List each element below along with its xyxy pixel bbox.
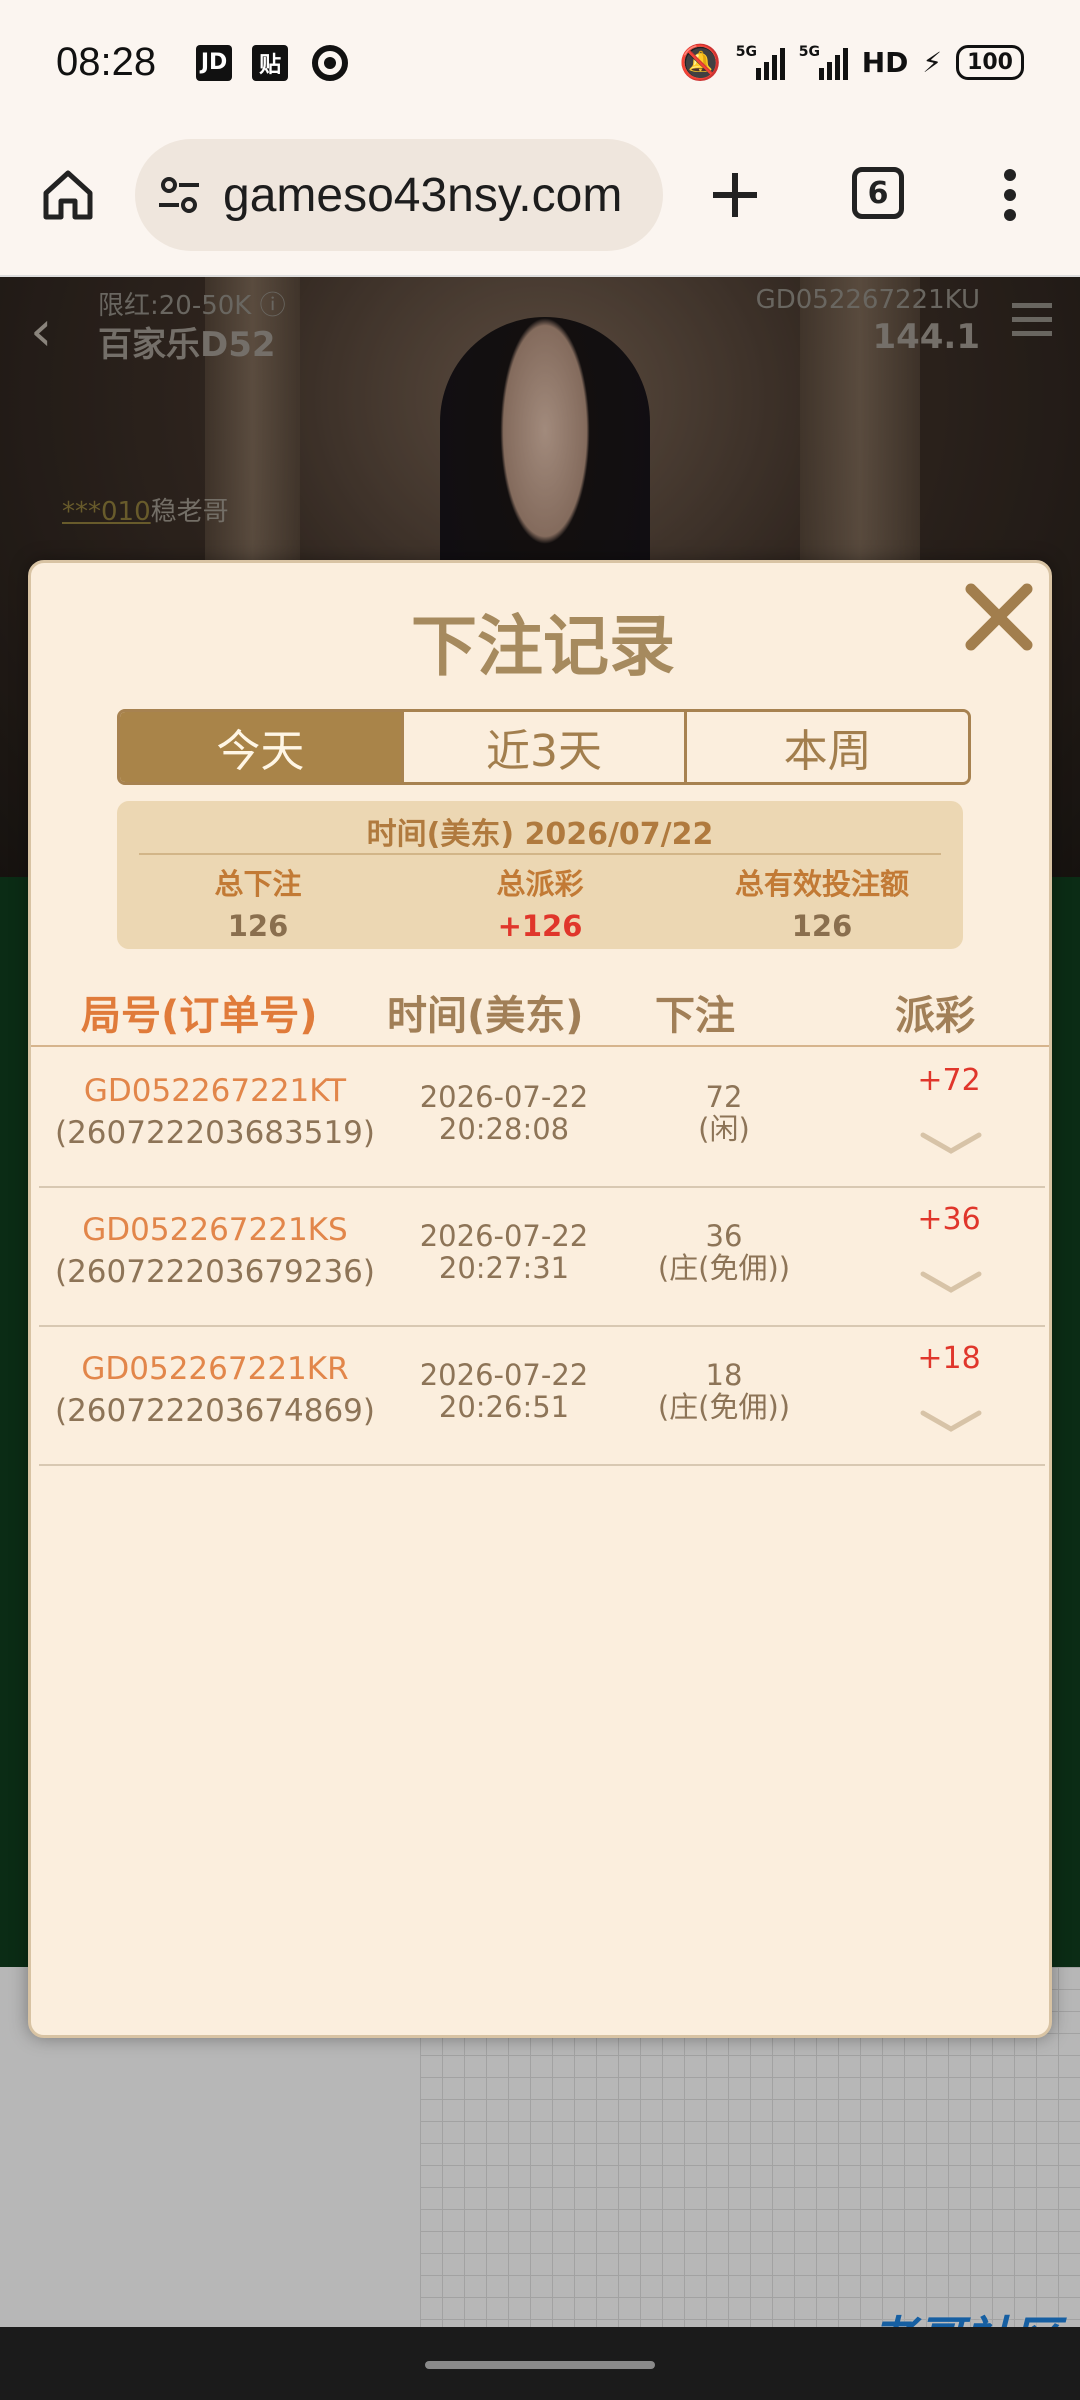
order-number: (260722203683519): [54, 1115, 376, 1151]
new-tab-icon[interactable]: [705, 165, 765, 225]
status-indicators: 🔕 5G 5G HD ⚡ 100: [679, 43, 1024, 83]
table-row[interactable]: GD052267221KT (260722203683519) 2026-07-…: [39, 1049, 1045, 1188]
round-id[interactable]: GD052267221KS: [39, 1212, 391, 1248]
signal-5g-icon-2: 5G: [799, 44, 848, 80]
chevron-down-icon[interactable]: [919, 1407, 983, 1435]
bet-time: 2026-07-22 20:28:08: [419, 1080, 589, 1146]
browser-toolbar: gameso43nsy.com 6: [0, 125, 1080, 277]
close-icon[interactable]: [961, 579, 1037, 655]
tab-today[interactable]: 今天: [120, 712, 404, 782]
mute-bell-icon: 🔕: [679, 42, 722, 83]
bet-detail: 18 (庄(免佣)): [657, 1358, 791, 1424]
charging-icon: ⚡: [922, 46, 943, 79]
chrome-icon: [312, 44, 349, 81]
url-text: gameso43nsy.com: [223, 168, 623, 222]
summary-panel: 时间(美东) 2026/07/22 总下注 126 总派彩 +126 总有效投注…: [117, 801, 963, 949]
table-row[interactable]: GD052267221KR (260722203674869) 2026-07-…: [39, 1327, 1045, 1466]
total-valid-bet: 总有效投注额 126: [734, 867, 909, 943]
site-settings-icon[interactable]: [155, 171, 203, 219]
chevron-down-icon[interactable]: [919, 1129, 983, 1157]
total-bet: 总下注 126: [214, 867, 302, 943]
home-icon[interactable]: [40, 167, 96, 223]
round-id[interactable]: GD052267221KT: [39, 1073, 391, 1109]
address-bar[interactable]: gameso43nsy.com: [135, 139, 663, 251]
jd-app-icon: JD: [196, 44, 233, 81]
bet-time: 2026-07-22 20:26:51: [419, 1358, 589, 1424]
tieba-app-icon: 贴: [252, 44, 289, 81]
payout: +36: [917, 1202, 981, 1237]
clock: 08:28: [56, 40, 157, 84]
signal-5g-icon: 5G: [736, 44, 785, 80]
modal-title: 下注记录: [411, 608, 675, 685]
tab-last-3-days[interactable]: 近3天: [403, 712, 688, 782]
total-payout: 总派彩 +126: [496, 867, 584, 943]
col-payout: 派彩: [895, 993, 975, 1039]
order-number: (260722203679236): [54, 1254, 376, 1290]
col-time: 时间(美东): [387, 993, 584, 1039]
tab-this-week[interactable]: 本周: [687, 712, 968, 782]
chevron-down-icon[interactable]: [919, 1268, 983, 1296]
round-id[interactable]: GD052267221KR: [39, 1351, 391, 1387]
hd-label: HD: [861, 46, 909, 79]
bet-time: 2026-07-22 20:27:31: [419, 1219, 589, 1285]
payout: +18: [917, 1341, 981, 1376]
order-number: (260722203674869): [54, 1393, 376, 1429]
overflow-menu-icon[interactable]: [995, 163, 1025, 227]
payout: +72: [917, 1063, 981, 1098]
summary-date: 时间(美东) 2026/07/22: [366, 817, 714, 852]
bet-detail: 36 (庄(免佣)): [657, 1219, 791, 1285]
bet-detail: 72 (闲): [698, 1080, 750, 1146]
table-header: 局号(订单号) 时间(美东) 下注 派彩: [31, 983, 1049, 1047]
table-row[interactable]: GD052267221KS (260722203679236) 2026-07-…: [39, 1188, 1045, 1327]
bet-history-modal: 下注记录 今天 近3天 本周 时间(美东) 2026/07/22 总下注 126…: [28, 560, 1052, 2038]
gesture-nav-bar: [0, 2327, 1080, 2400]
home-gesture-pill[interactable]: [425, 2361, 655, 2369]
status-bar: 08:28 JD 贴 🔕 5G 5G HD ⚡ 100: [0, 0, 1080, 125]
date-range-tabs: 今天 近3天 本周: [117, 709, 971, 785]
col-round: 局号(订单号): [81, 993, 318, 1039]
tab-switcher-button[interactable]: 6: [852, 167, 904, 219]
battery-icon: 100: [956, 45, 1024, 80]
col-bet: 下注: [655, 993, 735, 1039]
